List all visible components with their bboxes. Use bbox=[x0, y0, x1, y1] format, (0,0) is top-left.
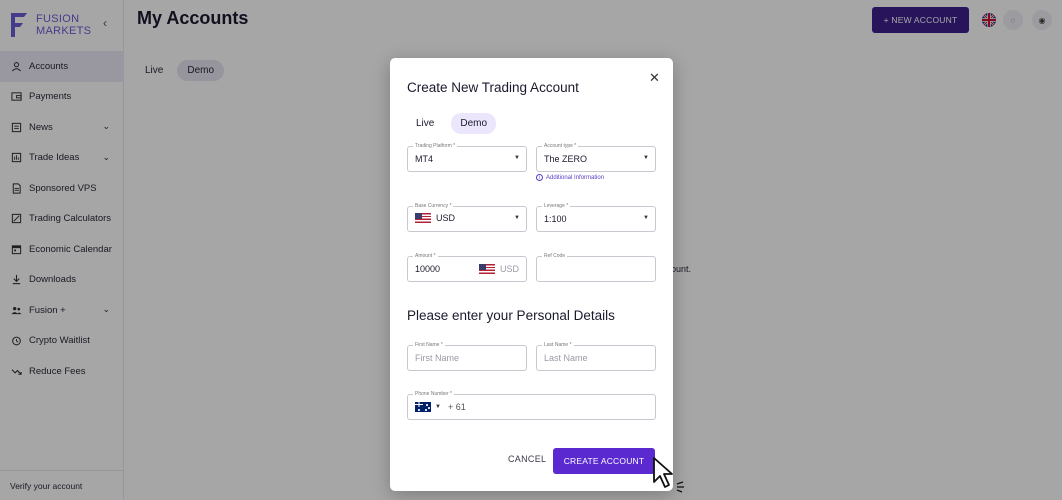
field-label: Leverage * bbox=[542, 202, 571, 210]
field-value: MT4 bbox=[415, 154, 433, 164]
australia-flag-icon bbox=[415, 402, 431, 412]
currency-code: USD bbox=[436, 213, 456, 223]
phone-number-input[interactable]: Phone Number * ▼ + 61 bbox=[407, 390, 656, 420]
field-label: Ref Code bbox=[542, 252, 568, 260]
create-account-modal: ✕ Create New Trading Account Live Demo T… bbox=[390, 58, 673, 491]
account-type-select[interactable]: Account type * The ZERO ▼ bbox=[536, 142, 656, 172]
field-value: The ZERO bbox=[544, 154, 588, 164]
field-placeholder: Last Name bbox=[544, 353, 588, 363]
field-label: Base Currency * bbox=[413, 202, 454, 210]
caret-down-icon: ▼ bbox=[514, 155, 520, 161]
first-name-input[interactable]: First Name * First Name bbox=[407, 341, 527, 371]
personal-details-title: Please enter your Personal Details bbox=[407, 308, 615, 323]
caret-down-icon: ▼ bbox=[435, 404, 441, 410]
field-label: Phone Number * bbox=[413, 390, 454, 398]
field-label: Trading Platform * bbox=[413, 142, 458, 150]
close-icon[interactable]: ✕ bbox=[649, 70, 660, 86]
cancel-button[interactable]: CANCEL bbox=[508, 454, 546, 464]
amount-input[interactable]: Amount * 10000 USD bbox=[407, 252, 527, 282]
country-code-select[interactable]: ▼ + 61 bbox=[415, 402, 466, 412]
field-label: Amount * bbox=[413, 252, 438, 260]
info-icon: i bbox=[536, 174, 543, 181]
currency-code: USD bbox=[499, 264, 519, 274]
base-currency-select[interactable]: Base Currency * USD ▼ bbox=[407, 202, 527, 232]
modal-tab-live[interactable]: Live bbox=[407, 113, 443, 134]
additional-info-link[interactable]: i Additional Information bbox=[536, 174, 604, 181]
field-value: 10000 bbox=[415, 264, 441, 274]
modal-tabs: Live Demo bbox=[407, 113, 497, 134]
additional-info-label: Additional Information bbox=[546, 174, 605, 181]
field-label: First Name * bbox=[413, 341, 445, 349]
modal-title: Create New Trading Account bbox=[407, 80, 579, 95]
field-value: USD bbox=[415, 213, 455, 223]
trading-platform-select[interactable]: Trading Platform * MT4 ▼ bbox=[407, 142, 527, 172]
amount-currency: USD bbox=[478, 264, 519, 274]
last-name-input[interactable]: Last Name * Last Name bbox=[536, 341, 656, 371]
field-value: 1:100 bbox=[544, 214, 567, 224]
field-label: Last Name * bbox=[542, 341, 574, 349]
phone-prefix: + 61 bbox=[447, 402, 466, 412]
caret-down-icon: ▼ bbox=[643, 215, 649, 221]
ref-code-input[interactable]: Ref Code bbox=[536, 252, 656, 282]
caret-down-icon: ▼ bbox=[643, 155, 649, 161]
modal-tab-demo[interactable]: Demo bbox=[451, 113, 497, 134]
caret-down-icon: ▼ bbox=[514, 215, 520, 221]
field-label: Account type * bbox=[542, 142, 579, 150]
leverage-select[interactable]: Leverage * 1:100 ▼ bbox=[536, 202, 656, 232]
create-account-button[interactable]: CREATE ACCOUNT bbox=[553, 448, 655, 474]
us-flag-icon bbox=[478, 264, 495, 274]
us-flag-icon bbox=[415, 213, 431, 223]
mouse-pointer-icon bbox=[653, 457, 684, 493]
field-placeholder: First Name bbox=[415, 353, 460, 363]
